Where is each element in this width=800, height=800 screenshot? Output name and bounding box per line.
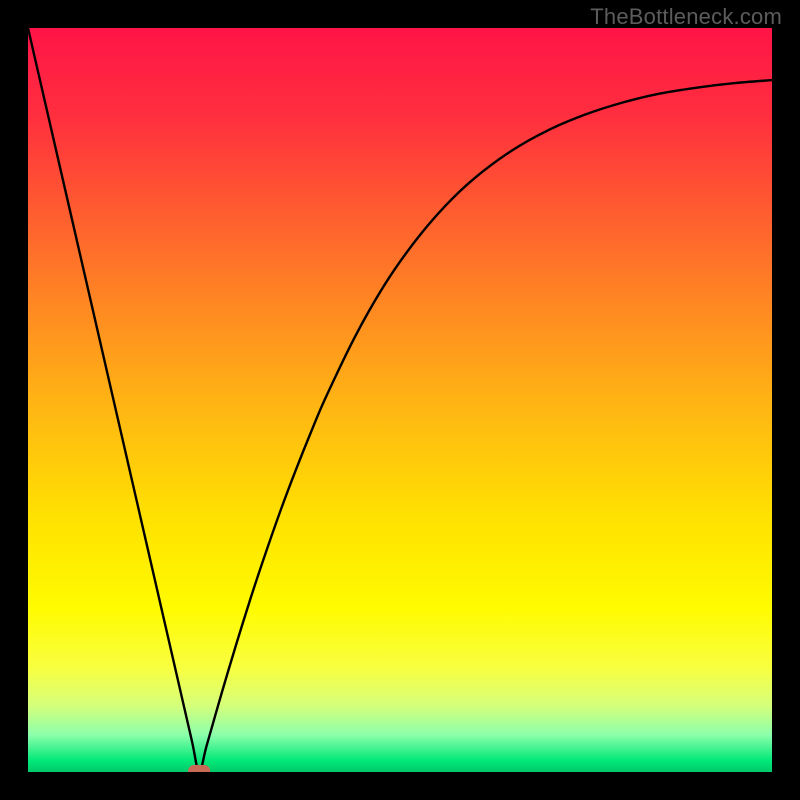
chart-svg — [28, 28, 772, 772]
chart-background — [28, 28, 772, 772]
chart-frame: TheBottleneck.com — [0, 0, 800, 800]
attribution-label: TheBottleneck.com — [590, 4, 782, 30]
chart-marker — [188, 765, 210, 772]
chart-plot-area — [28, 28, 772, 772]
